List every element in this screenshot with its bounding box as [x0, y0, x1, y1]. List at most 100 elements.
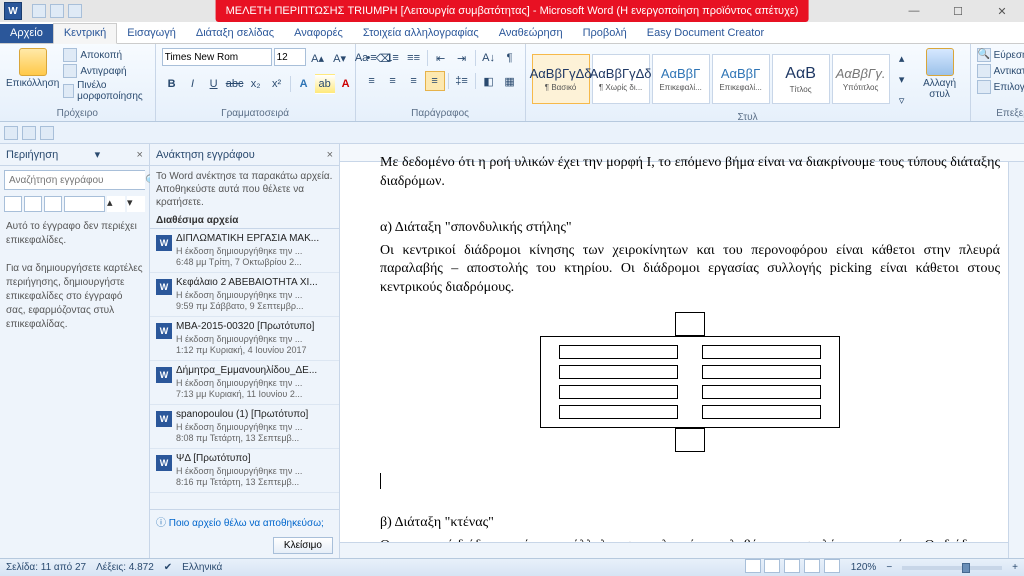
- recovery-file-list[interactable]: WΔΙΠΛΩΜΑΤΙΚΗ ΕΡΓΑΣΙΑ ΜΑΚ...Η έκδοση δημι…: [150, 228, 339, 510]
- nav-search[interactable]: 🔍: [4, 170, 145, 190]
- tool-icon-2[interactable]: [22, 126, 36, 140]
- style-title[interactable]: ΑαΒΤίτλος: [772, 54, 830, 104]
- grow-font-button[interactable]: A▴: [308, 48, 328, 68]
- tab-review[interactable]: Αναθεώρηση: [489, 24, 573, 43]
- view-buttons[interactable]: [745, 559, 841, 576]
- text-effects-button[interactable]: A: [294, 74, 314, 94]
- tab-insert[interactable]: Εισαγωγή: [117, 24, 186, 43]
- view-draft-icon[interactable]: [824, 559, 840, 573]
- line-spacing-button[interactable]: ‡≡: [452, 71, 472, 91]
- shading-button[interactable]: ◧: [479, 71, 499, 91]
- view-read-icon[interactable]: [764, 559, 780, 573]
- tab-home[interactable]: Κεντρική: [53, 23, 117, 44]
- tool-icon-1[interactable]: [4, 126, 18, 140]
- font-name-combo[interactable]: [162, 48, 272, 66]
- tab-references[interactable]: Αναφορές: [284, 24, 353, 43]
- nav-tab-results-icon[interactable]: [44, 196, 62, 212]
- styles-gallery[interactable]: ΑαΒβΓγΔδ¶ Βασικό ΑαΒβΓγΔδ¶ Χωρίς δι... Α…: [532, 48, 912, 110]
- justify-button[interactable]: ≡: [425, 71, 445, 91]
- recovery-help-link[interactable]: ⓘ Ποιο αρχείο θέλω να αποθηκεύσω;: [150, 510, 339, 533]
- shrink-font-button[interactable]: A▾: [330, 48, 350, 68]
- recovery-close-button[interactable]: Κλείσιμο: [273, 537, 333, 554]
- tab-easy-doc[interactable]: Easy Document Creator: [637, 24, 774, 43]
- styles-row-down[interactable]: ▾: [892, 69, 912, 89]
- tab-mailings[interactable]: Στοιχεία αλληλογραφίας: [353, 24, 489, 43]
- strike-button[interactable]: abc: [225, 74, 245, 94]
- recovery-item[interactable]: WΨΔ [Πρωτότυπο]Η έκδοση δημιουργήθηκε τη…: [150, 449, 339, 493]
- numbering-button[interactable]: 1≡: [383, 48, 403, 68]
- nav-close-icon[interactable]: ×: [137, 149, 143, 161]
- subscript-button[interactable]: x₂: [246, 74, 266, 94]
- multilevel-button[interactable]: ≡≡: [404, 48, 424, 68]
- tool-icon-3[interactable]: [40, 126, 54, 140]
- recovery-item[interactable]: WMBA-2015-00320 [Πρωτότυπο]Η έκδοση δημι…: [150, 317, 339, 361]
- zoom-slider[interactable]: [902, 566, 1002, 570]
- font-size-combo[interactable]: [274, 48, 306, 66]
- vertical-scrollbar[interactable]: [1008, 162, 1024, 558]
- sort-button[interactable]: A↓: [479, 48, 499, 68]
- paste-button[interactable]: Επικόλληση: [6, 48, 59, 89]
- highlight-button[interactable]: ab: [315, 74, 335, 94]
- minimize-button[interactable]: —: [892, 0, 936, 22]
- recovery-item[interactable]: WΔήμητρα_Εμμανουηλίδου_ΔΕ...Η έκδοση δημ…: [150, 361, 339, 405]
- tab-file[interactable]: Αρχείο: [0, 24, 53, 43]
- style-subtitle[interactable]: ΑαΒβΓγ.Υπότιτλος: [832, 54, 890, 104]
- style-normal[interactable]: ΑαΒβΓγΔδ¶ Βασικό: [532, 54, 590, 104]
- bold-button[interactable]: B: [162, 74, 182, 94]
- indent-dec-button[interactable]: ⇤: [431, 48, 451, 68]
- find-button[interactable]: 🔍Εύρεση ▾: [977, 48, 1024, 62]
- styles-row-up[interactable]: ▴: [892, 48, 912, 68]
- select-button[interactable]: Επιλογή ▾: [977, 80, 1024, 94]
- borders-button[interactable]: ▦: [500, 71, 520, 91]
- copy-button[interactable]: Αντιγραφή: [63, 64, 148, 78]
- undo-icon[interactable]: [50, 4, 64, 18]
- document-page[interactable]: Με δεδομένο ότι η ροή υλικών έχει την μο…: [380, 144, 1000, 558]
- recovery-item[interactable]: Wspanopoulou (1) [Πρωτότυπο]Η έκδοση δημ…: [150, 405, 339, 449]
- status-proof-icon[interactable]: ✔: [164, 562, 172, 573]
- recovery-item[interactable]: WΚεφάλαιο 2 ΑΒΕΒΑΙΟΤΗΤΑ ΧΙ...Η έκδοση δη…: [150, 273, 339, 317]
- status-language[interactable]: Ελληνικά: [182, 562, 222, 573]
- view-print-icon[interactable]: [745, 559, 761, 573]
- zoom-in-button[interactable]: +: [1012, 562, 1018, 573]
- nav-view-tabs[interactable]: ▴ ▾: [4, 196, 145, 212]
- style-heading2[interactable]: ΑαΒβΓΕπικεφαλί...: [712, 54, 770, 104]
- maximize-button[interactable]: ☐: [936, 0, 980, 22]
- bullets-button[interactable]: •≡: [362, 48, 382, 68]
- underline-button[interactable]: U: [204, 74, 224, 94]
- save-icon[interactable]: [32, 4, 46, 18]
- tab-view[interactable]: Προβολή: [573, 24, 637, 43]
- nav-tab-headings-icon[interactable]: [4, 196, 22, 212]
- font-color-button[interactable]: A: [336, 74, 356, 94]
- document-area[interactable]: Με δεδομένο ότι η ροή υλικών έχει την μο…: [340, 144, 1024, 558]
- format-painter-button[interactable]: Πινέλο μορφοποίησης: [63, 80, 148, 102]
- style-no-spacing[interactable]: ΑαΒβΓγΔδ¶ Χωρίς δι...: [592, 54, 650, 104]
- nav-pin-icon[interactable]: ▾: [95, 148, 101, 161]
- nav-prev-icon[interactable]: ▴: [107, 196, 125, 212]
- align-left-button[interactable]: ≡: [362, 71, 382, 91]
- horizontal-scrollbar[interactable]: [340, 542, 1008, 558]
- show-marks-button[interactable]: ¶: [500, 48, 520, 68]
- cut-button[interactable]: Αποκοπή: [63, 48, 148, 62]
- close-button[interactable]: ✕: [980, 0, 1024, 22]
- tab-layout[interactable]: Διάταξη σελίδας: [186, 24, 284, 43]
- styles-more[interactable]: ▿: [892, 90, 912, 110]
- nav-search-input[interactable]: [5, 171, 145, 189]
- view-web-icon[interactable]: [784, 559, 800, 573]
- redo-icon[interactable]: [68, 4, 82, 18]
- replace-button[interactable]: Αντικατάσταση: [977, 64, 1024, 78]
- status-words[interactable]: Λέξεις: 4.872: [96, 562, 154, 573]
- view-outline-icon[interactable]: [804, 559, 820, 573]
- superscript-button[interactable]: x²: [267, 74, 287, 94]
- indent-inc-button[interactable]: ⇥: [452, 48, 472, 68]
- nav-tab-pages-icon[interactable]: [24, 196, 42, 212]
- recovery-item[interactable]: WΔΙΠΛΩΜΑΤΙΚΗ ΕΡΓΑΣΙΑ ΜΑΚ...Η έκδοση δημι…: [150, 229, 339, 273]
- change-styles-button[interactable]: Αλλαγή στυλ: [916, 48, 964, 100]
- recovery-close-icon[interactable]: ×: [327, 149, 333, 161]
- style-heading1[interactable]: ΑαΒβΓΕπικεφαλί...: [652, 54, 710, 104]
- zoom-out-button[interactable]: −: [886, 562, 892, 573]
- italic-button[interactable]: I: [183, 74, 203, 94]
- status-page[interactable]: Σελίδα: 11 από 27: [6, 562, 86, 573]
- align-center-button[interactable]: ≡: [383, 71, 403, 91]
- status-zoom[interactable]: 120%: [851, 562, 877, 573]
- align-right-button[interactable]: ≡: [404, 71, 424, 91]
